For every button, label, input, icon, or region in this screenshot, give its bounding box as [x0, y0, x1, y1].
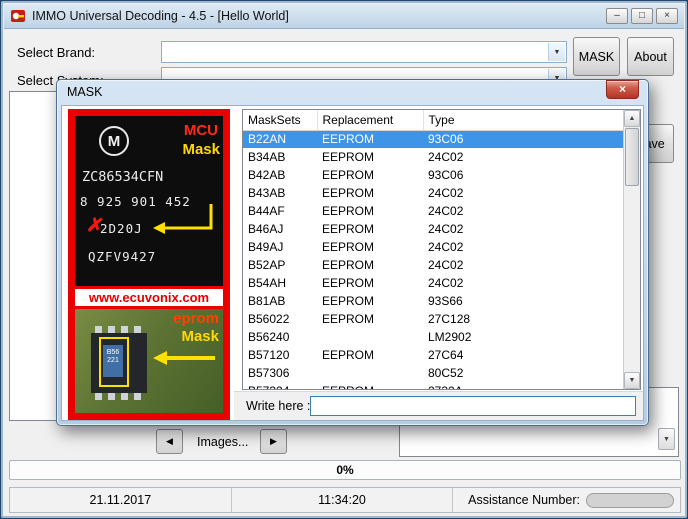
table-scrollbar[interactable]: ▲ ▼ [623, 110, 640, 389]
dialog-close-button[interactable]: × [606, 80, 639, 99]
write-here-strip: Write here : [234, 391, 643, 420]
table-row[interactable]: B5730680C52 [243, 364, 625, 382]
close-button[interactable]: × [656, 8, 678, 24]
status-assistance: Assistance Number: [452, 488, 680, 512]
about-button[interactable]: About [627, 37, 674, 76]
scroll-down-icon[interactable]: ▼ [624, 372, 640, 389]
website-label: www.ecuvonix.com [75, 289, 223, 306]
minimize-button[interactable]: – [606, 8, 628, 24]
table-row[interactable]: B57120EEPROM27C64 [243, 346, 625, 364]
arrow-left-icon: ◀ [166, 436, 173, 447]
dialog-title: MASK [57, 80, 648, 104]
mask-dialog: MASK × M MCU Mask ZC86534CFN 8 925 901 4… [56, 79, 649, 426]
chip-marking-maskset: 2D20J [100, 221, 143, 236]
table-row[interactable]: B44AFEEPROM24C02 [243, 202, 625, 220]
window-controls: – □ × [606, 8, 678, 24]
chevron-down-icon[interactable]: ▼ [548, 43, 565, 61]
status-time: 11:34:20 [231, 488, 453, 512]
mcu-label: MCU [184, 122, 218, 139]
status-date: 21.11.2017 [10, 488, 231, 512]
mask-button[interactable]: MASK [573, 37, 620, 76]
yellow-arrow-icon [151, 202, 217, 238]
table-row[interactable]: B34ABEEPROM24C02 [243, 148, 625, 166]
column-header-masksets[interactable]: MaskSets [243, 110, 317, 130]
mcu-mask-label: Mask [182, 141, 220, 158]
app-icon [10, 8, 26, 24]
arrow-right-icon: ▶ [270, 436, 277, 447]
images-label: Images... [197, 435, 248, 449]
table-header-row: MaskSets Replacement Type [243, 110, 625, 130]
table-row[interactable]: B22ANEEPROM93C06 [243, 130, 625, 148]
prev-image-button[interactable]: ◀ [156, 429, 183, 454]
table-row[interactable]: B56240LM2902 [243, 328, 625, 346]
yellow-highlight-box [99, 337, 129, 387]
table-row[interactable]: B43ABEEPROM24C02 [243, 184, 625, 202]
column-header-type[interactable]: Type [423, 110, 625, 130]
eprom-mask-label: Mask [181, 328, 219, 345]
window-title: IMMO Universal Decoding - 4.5 - [Hello W… [32, 9, 289, 23]
write-here-input[interactable] [310, 396, 636, 416]
masksets-table: MaskSets Replacement Type B22ANEEPROM93C… [242, 109, 641, 390]
column-header-replacement[interactable]: Replacement [317, 110, 423, 130]
assistance-number-field [586, 493, 674, 508]
main-window: IMMO Universal Decoding - 4.5 - [Hello W… [0, 0, 688, 519]
table-row[interactable]: B49AJEEPROM24C02 [243, 238, 625, 256]
table-row[interactable]: B46AJEEPROM24C02 [243, 220, 625, 238]
table-row[interactable]: B81ABEEPROM93S66 [243, 292, 625, 310]
dialog-body: M MCU Mask ZC86534CFN 8 925 901 452 ✗ 2D… [61, 105, 644, 421]
chip-marking-4: QZFV9427 [88, 249, 156, 264]
yellow-arrow-icon [151, 349, 219, 367]
mask-table-body: B22ANEEPROM93C06B34ABEEPROM24C02B42ABEEP… [243, 130, 625, 390]
next-image-button[interactable]: ▶ [260, 429, 287, 454]
assistance-label: Assistance Number: [468, 493, 580, 507]
brand-combobox[interactable]: ▼ [161, 41, 567, 63]
motorola-logo-icon: M [99, 126, 129, 156]
table-row[interactable]: B56022EEPROM27C128 [243, 310, 625, 328]
write-here-label: Write here : [246, 399, 310, 413]
eprom-label: eprom [173, 310, 219, 327]
maximize-button[interactable]: □ [631, 8, 653, 24]
status-bar: 21.11.2017 11:34:20 Assistance Number: [9, 487, 681, 513]
scroll-up-icon[interactable]: ▲ [624, 110, 640, 127]
table-row[interactable]: B52APEEPROM24C02 [243, 256, 625, 274]
table-row[interactable]: B42ABEEPROM93C06 [243, 166, 625, 184]
mcu-chip-photo: M MCU Mask ZC86534CFN 8 925 901 452 ✗ 2D… [75, 116, 223, 286]
eprom-chip: B56 221 [91, 333, 147, 393]
scrollbar-thumb[interactable] [625, 128, 639, 186]
main-titlebar: IMMO Universal Decoding - 4.5 - [Hello W… [4, 4, 684, 29]
eprom-pcb-photo: eprom Mask B56 221 [75, 309, 223, 413]
table-row[interactable]: B57324EEPROM2732A [243, 382, 625, 390]
table-row[interactable]: B54AHEEPROM24C02 [243, 274, 625, 292]
progress-bar: 0% [9, 460, 681, 480]
mcu-mask-image: M MCU Mask ZC86534CFN 8 925 901 452 ✗ 2D… [68, 109, 230, 420]
chevron-down-icon[interactable]: ▼ [658, 428, 675, 450]
select-brand-label: Select Brand: [17, 45, 95, 60]
chip-marking-1: ZC86534CFN [82, 169, 163, 185]
